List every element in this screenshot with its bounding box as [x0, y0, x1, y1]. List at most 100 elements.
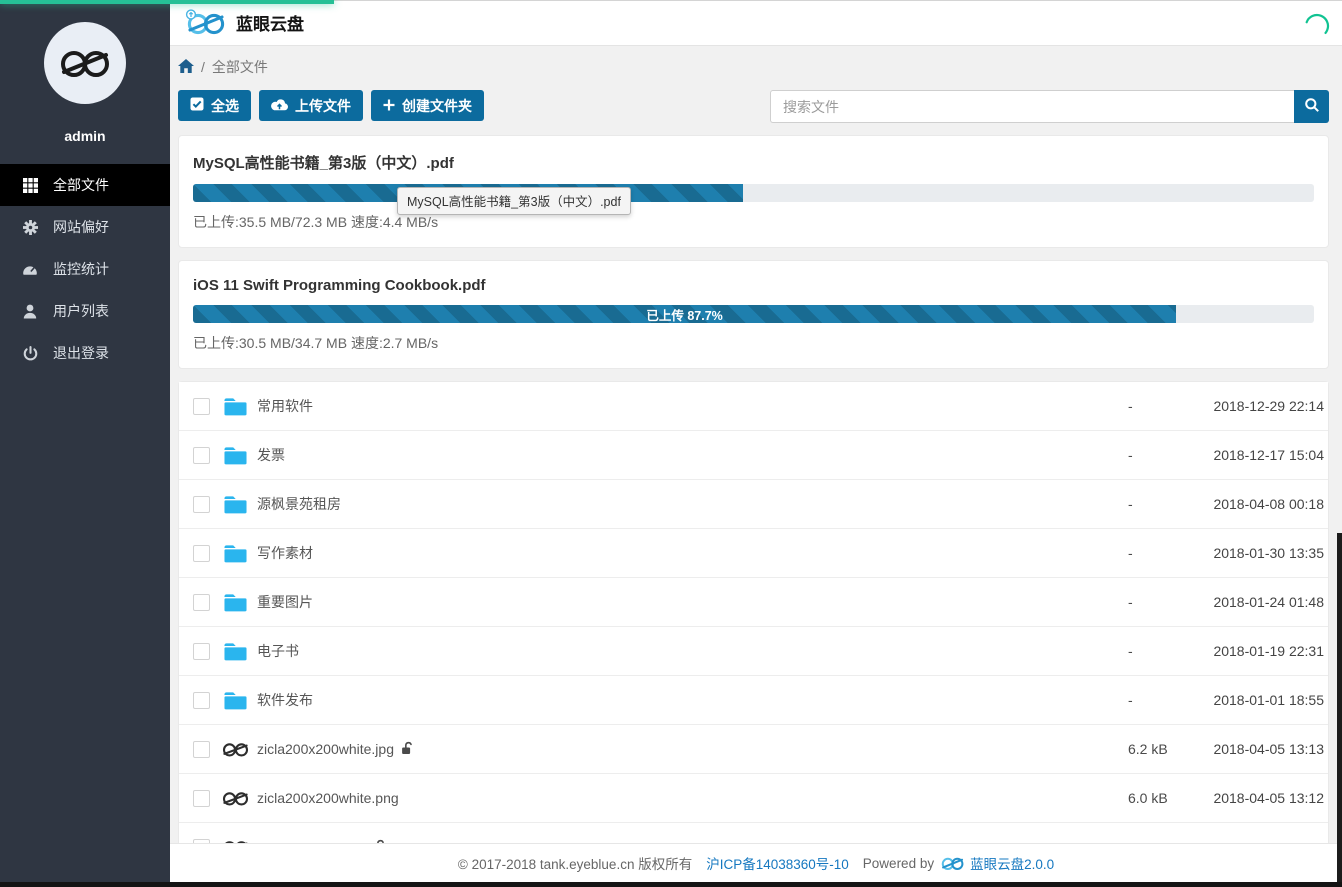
row-checkbox[interactable]: [193, 643, 210, 660]
file-size: 6.0 kB: [1128, 790, 1174, 806]
file-size: -: [1128, 398, 1174, 414]
search-button[interactable]: [1294, 90, 1329, 123]
product-version-link[interactable]: 蓝眼云盘2.0.0: [970, 853, 1054, 873]
file-name[interactable]: 写作素材: [257, 543, 313, 563]
row-checkbox[interactable]: [193, 741, 210, 758]
file-size: -: [1128, 692, 1174, 708]
file-size: -: [1128, 594, 1174, 610]
file-date: 2018-12-29 22:14: [1174, 398, 1324, 414]
image-file-icon: [221, 741, 249, 758]
table-row: 电子书 - 2018-01-19 22:31: [179, 627, 1328, 676]
avatar[interactable]: [44, 22, 126, 104]
sidebar-item-label: 全部文件: [53, 175, 109, 195]
file-size: -: [1128, 643, 1174, 659]
grid-icon: [20, 178, 40, 193]
footer: © 2017-2018 tank.eyeblue.cn 版权所有 沪ICP备14…: [170, 843, 1342, 882]
image-file-icon: [221, 790, 249, 807]
file-date: 2018-01-19 22:31: [1174, 643, 1324, 659]
table-row: zicla200x200white.png 6.0 kB 2018-04-05 …: [179, 774, 1328, 823]
tooltip: MySQL高性能书籍_第3版（中文）.pdf: [397, 187, 631, 215]
toolbar: 全选 上传文件 创建文件夹: [178, 90, 1329, 123]
sidebar-item-site-preferences[interactable]: 网站偏好: [0, 206, 170, 248]
progress-track: 已上传 49.1%: [193, 184, 1314, 202]
window-top-edge: [334, 0, 1342, 1]
file-date: 2018-01-24 01:48: [1174, 594, 1324, 610]
row-checkbox[interactable]: [193, 398, 210, 415]
unlock-icon: [401, 741, 414, 758]
upload-card: iOS 11 Swift Programming Cookbook.pdf 已上…: [178, 260, 1329, 369]
file-size: 6.2 kB: [1128, 741, 1174, 757]
sidebar-item-logout[interactable]: 退出登录: [0, 332, 170, 374]
folder-icon: [221, 446, 249, 465]
file-name[interactable]: zicla200x200white.png: [257, 790, 399, 806]
upload-file-name: MySQL高性能书籍_第3版（中文）.pdf: [193, 152, 1314, 173]
eyeblue-logo-icon: [939, 855, 965, 871]
check-square-icon: [190, 97, 204, 114]
file-name[interactable]: 软件发布: [257, 690, 313, 710]
table-row: 源枫景苑租房 - 2018-04-08 00:18: [179, 480, 1328, 529]
upload-card: MySQL高性能书籍_第3版（中文）.pdf 已上传 49.1% 已上传:35.…: [178, 135, 1329, 248]
loading-spinner: [1304, 13, 1330, 44]
file-list: 常用软件 - 2018-12-29 22:14 发票 - 2018-12-17 …: [178, 381, 1329, 873]
power-icon: [20, 346, 40, 361]
row-checkbox[interactable]: [193, 790, 210, 807]
file-date: 2018-04-08 00:18: [1174, 496, 1324, 512]
cloud-upload-icon: [271, 98, 288, 114]
row-checkbox[interactable]: [193, 692, 210, 709]
folder-icon: [221, 691, 249, 710]
window-right-edge: [1337, 533, 1342, 882]
content-area: / 全部文件 全选 上传文件: [170, 46, 1342, 838]
sidebar-item-monitoring-stats[interactable]: 监控统计: [0, 248, 170, 290]
row-checkbox[interactable]: [193, 447, 210, 464]
main-area: 蓝眼云盘 / 全部文件: [170, 0, 1342, 882]
folder-icon: [221, 593, 249, 612]
search-bar: [770, 90, 1329, 123]
app-header: 蓝眼云盘: [170, 0, 1342, 46]
file-date: 2018-12-17 15:04: [1174, 447, 1324, 463]
home-icon[interactable]: [178, 59, 194, 76]
file-date: 2018-01-01 18:55: [1174, 692, 1324, 708]
folder-icon: [221, 495, 249, 514]
file-size: -: [1128, 496, 1174, 512]
breadcrumb-current[interactable]: 全部文件: [212, 57, 268, 77]
upload-stats: 已上传:35.5 MB/72.3 MB 速度:4.4 MB/s: [193, 212, 1314, 232]
file-name[interactable]: 电子书: [257, 641, 299, 661]
select-all-button[interactable]: 全选: [178, 90, 251, 121]
window-bottom-edge: [0, 882, 1342, 887]
search-input[interactable]: [770, 90, 1294, 123]
page-title: 蓝眼云盘: [236, 10, 304, 35]
icp-link[interactable]: 沪ICP备14038360号-10: [706, 853, 849, 873]
table-row: 软件发布 - 2018-01-01 18:55: [179, 676, 1328, 725]
folder-icon: [221, 397, 249, 416]
file-size: -: [1128, 545, 1174, 561]
row-checkbox[interactable]: [193, 545, 210, 562]
file-name[interactable]: zicla200x200white.jpg: [257, 741, 414, 758]
progress-bar: 已上传 87.7%: [193, 305, 1176, 323]
sidebar-item-label: 退出登录: [53, 343, 109, 363]
sidebar-item-label: 网站偏好: [53, 217, 109, 237]
file-name[interactable]: 重要图片: [257, 592, 313, 612]
row-checkbox[interactable]: [193, 594, 210, 611]
file-name[interactable]: 源枫景苑租房: [257, 494, 341, 514]
sidebar-item-user-list[interactable]: 用户列表: [0, 290, 170, 332]
username: admin: [0, 128, 170, 144]
breadcrumb-separator: /: [201, 59, 205, 75]
upload-file-button[interactable]: 上传文件: [259, 90, 363, 121]
page-load-progress-bar: [0, 0, 334, 4]
eyeblue-logo-icon: [184, 9, 226, 36]
plus-icon: [383, 98, 395, 114]
progress-label: 已上传 87.7%: [646, 305, 722, 323]
row-checkbox[interactable]: [193, 496, 210, 513]
sidebar-item-label: 用户列表: [53, 301, 109, 321]
file-name[interactable]: 发票: [257, 445, 285, 465]
table-row: 常用软件 - 2018-12-29 22:14: [179, 382, 1328, 431]
sidebar-item-all-files[interactable]: 全部文件: [0, 164, 170, 206]
breadcrumb: / 全部文件: [178, 57, 1329, 77]
copyright-text: © 2017-2018 tank.eyeblue.cn 版权所有: [458, 853, 692, 873]
eyeblue-logo-icon: [58, 46, 112, 80]
create-folder-button[interactable]: 创建文件夹: [371, 90, 484, 121]
table-row: 写作素材 - 2018-01-30 13:35: [179, 529, 1328, 578]
sidebar-menu: 全部文件: [0, 164, 170, 374]
file-name[interactable]: 常用软件: [257, 396, 313, 416]
sidebar: admin 全部文件: [0, 0, 170, 882]
